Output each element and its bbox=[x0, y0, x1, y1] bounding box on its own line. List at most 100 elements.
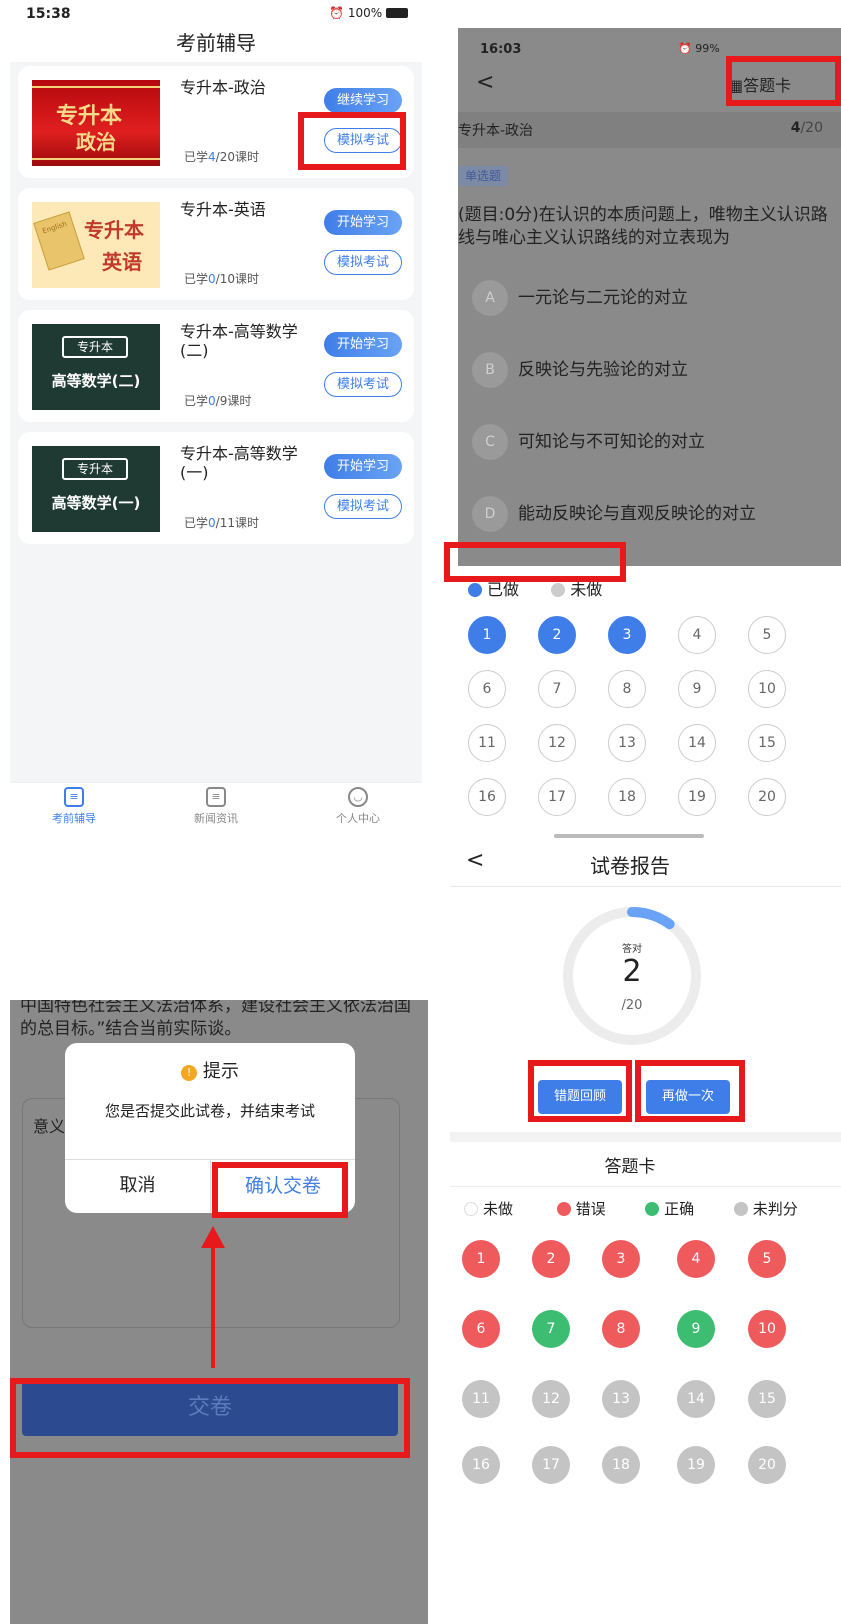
status-bar: 15:38 ⏰ 100% bbox=[10, 0, 422, 28]
right-dot-icon bbox=[645, 1202, 660, 1216]
question-number-2[interactable]: 2 bbox=[538, 616, 576, 654]
quiz-dimmed-area: 16:03 ⏰ 99% < ▦答题卡 专升本-政治 4/20 单选题 (题目:0… bbox=[458, 28, 841, 566]
option-b[interactable]: B 反映论与先验论的对立 bbox=[472, 350, 688, 390]
question-number-7[interactable]: 7 bbox=[538, 670, 576, 708]
question-number-8[interactable]: 8 bbox=[608, 670, 646, 708]
question-number-12[interactable]: 12 bbox=[538, 724, 576, 762]
question-number-10[interactable]: 10 bbox=[748, 670, 786, 708]
undone-dot-icon bbox=[551, 583, 566, 597]
grid-icon: ▦ bbox=[728, 76, 744, 95]
question-number-13[interactable]: 13 bbox=[608, 724, 646, 762]
result-number-13[interactable]: 13 bbox=[602, 1380, 640, 1418]
question-number-15[interactable]: 15 bbox=[748, 724, 786, 762]
question-number-6[interactable]: 6 bbox=[468, 670, 506, 708]
question-number-20[interactable]: 20 bbox=[748, 778, 786, 816]
question-number-4[interactable]: 4 bbox=[678, 616, 716, 654]
question-number-17[interactable]: 17 bbox=[538, 778, 576, 816]
tab-news[interactable]: ≡ 新闻资讯 bbox=[166, 787, 266, 826]
tab-exam-guide[interactable]: ≡ 考前辅导 bbox=[24, 787, 124, 826]
result-number-15[interactable]: 15 bbox=[748, 1380, 786, 1418]
mock-exam-button[interactable]: 模拟考试 bbox=[324, 372, 402, 397]
result-number-9[interactable]: 9 bbox=[677, 1310, 715, 1348]
course-title: 专升本-高等数学(一) bbox=[180, 444, 298, 482]
result-number-14[interactable]: 14 bbox=[677, 1380, 715, 1418]
option-a[interactable]: A 一元论与二元论的对立 bbox=[472, 278, 688, 318]
question-number-16[interactable]: 16 bbox=[468, 778, 506, 816]
redo-button[interactable]: 再做一次 bbox=[646, 1080, 730, 1114]
result-number-17[interactable]: 17 bbox=[532, 1446, 570, 1484]
total-label: /20 bbox=[621, 998, 643, 1013]
result-number-1[interactable]: 1 bbox=[462, 1240, 500, 1278]
course-card-english[interactable]: English 专升本 英语 专升本-英语 已学0/10课时 开始学习 模拟考试 bbox=[18, 188, 414, 300]
section-divider bbox=[450, 1132, 841, 1142]
continue-study-button[interactable]: 继续学习 bbox=[324, 88, 402, 113]
mock-exam-button[interactable]: 模拟考试 bbox=[324, 250, 402, 275]
correct-label: 答对 bbox=[622, 944, 642, 955]
question-number-14[interactable]: 14 bbox=[678, 724, 716, 762]
question-text: (题目:0分)在认识的本质问题上，唯物主义认识路线与唯心主义认识路线的对立表现为 bbox=[458, 205, 828, 248]
course-card-politics[interactable]: 专升本 政治 专升本-政治 已学4/20课时 继续学习 模拟考试 bbox=[18, 66, 414, 178]
result-number-8[interactable]: 8 bbox=[602, 1310, 640, 1348]
answer-card-title: 答题卡 bbox=[604, 1157, 656, 1177]
review-wrong-button[interactable]: 错题回顾 bbox=[538, 1080, 622, 1114]
header-divider bbox=[450, 886, 841, 887]
alarm-icon: ⏰ bbox=[329, 6, 348, 20]
done-dot-icon bbox=[468, 583, 482, 597]
start-study-button[interactable]: 开始学习 bbox=[324, 454, 402, 479]
course-progress: 已学4/20课时 bbox=[184, 150, 259, 164]
option-d[interactable]: D 能动反映论与直观反映论的对立 bbox=[472, 494, 756, 534]
course-card-math-1[interactable]: 专升本 高等数学(一) 专升本-高等数学(一) 已学0/11课时 开始学习 模拟… bbox=[18, 432, 414, 544]
essay-question-text: 全会对全面推进依法治国做出战略部署，提出了建设中国特色社会主义法治体系，建设社会… bbox=[20, 1000, 411, 1039]
tab-profile[interactable]: ◡ 个人中心 bbox=[308, 787, 408, 826]
page-title: 试卷报告 bbox=[590, 854, 670, 878]
question-number-11[interactable]: 11 bbox=[468, 724, 506, 762]
question-number-18[interactable]: 18 bbox=[608, 778, 646, 816]
question-number-5[interactable]: 5 bbox=[748, 616, 786, 654]
cancel-button[interactable]: 取消 bbox=[65, 1159, 210, 1213]
back-icon[interactable]: < bbox=[476, 70, 494, 95]
legend: 已做 未做 bbox=[468, 576, 602, 600]
ungraded-dot-icon bbox=[733, 1202, 748, 1216]
subject-bar: 专升本-政治 4/20 bbox=[458, 112, 841, 148]
mock-exam-button[interactable]: 模拟考试 bbox=[324, 128, 402, 153]
result-number-10[interactable]: 10 bbox=[748, 1310, 786, 1348]
result-number-16[interactable]: 16 bbox=[462, 1446, 500, 1484]
wrong-dot-icon bbox=[556, 1202, 571, 1216]
result-number-6[interactable]: 6 bbox=[462, 1310, 500, 1348]
question-number-9[interactable]: 9 bbox=[678, 670, 716, 708]
result-number-11[interactable]: 11 bbox=[462, 1380, 500, 1418]
status-time: 16:03 bbox=[480, 42, 522, 57]
course-progress: 已学0/10课时 bbox=[184, 272, 259, 286]
start-study-button[interactable]: 开始学习 bbox=[324, 210, 402, 235]
course-thumbnail: 专升本 政治 bbox=[32, 80, 160, 166]
question-number-19[interactable]: 19 bbox=[678, 778, 716, 816]
result-number-4[interactable]: 4 bbox=[677, 1240, 715, 1278]
answer-card-link[interactable]: ▦答题卡 bbox=[728, 72, 791, 96]
result-number-2[interactable]: 2 bbox=[532, 1240, 570, 1278]
submit-button[interactable]: 交卷 bbox=[22, 1380, 398, 1436]
page-indicator: 4/20 bbox=[790, 120, 823, 136]
page-title: 考前辅导 bbox=[10, 28, 422, 62]
result-number-19[interactable]: 19 bbox=[677, 1446, 715, 1484]
dialog-title: ! 提示 bbox=[65, 1057, 355, 1083]
question-number-3[interactable]: 3 bbox=[608, 616, 646, 654]
course-card-math-2[interactable]: 专升本 高等数学(二) 专升本-高等数学(二) 已学0/9课时 开始学习 模拟考… bbox=[18, 310, 414, 422]
confirm-submit-button[interactable]: 确认交卷 bbox=[211, 1159, 355, 1213]
bottom-tab-bar: ≡ 考前辅导 ≡ 新闻资讯 ◡ 个人中心 bbox=[10, 782, 422, 842]
course-title: 专升本-高等数学(二) bbox=[180, 322, 298, 360]
result-number-3[interactable]: 3 bbox=[602, 1240, 640, 1278]
exam-report-screen: < 试卷报告 答对 2 /20 错题回顾 再做一次 答题卡 未做 错误 正确 未… bbox=[450, 842, 841, 1624]
result-number-20[interactable]: 20 bbox=[748, 1446, 786, 1484]
result-number-7[interactable]: 7 bbox=[532, 1310, 570, 1348]
alarm-icon: ⏰ bbox=[678, 42, 696, 55]
battery-level: ⏰ 100% bbox=[329, 6, 408, 20]
mock-exam-button[interactable]: 模拟考试 bbox=[324, 494, 402, 519]
arrow-up-icon bbox=[201, 1226, 225, 1248]
option-c[interactable]: C 可知论与不可知论的对立 bbox=[472, 422, 705, 462]
sheet-handle[interactable] bbox=[554, 834, 704, 838]
question-number-1[interactable]: 1 bbox=[468, 616, 506, 654]
start-study-button[interactable]: 开始学习 bbox=[324, 332, 402, 357]
result-number-5[interactable]: 5 bbox=[748, 1240, 786, 1278]
result-number-12[interactable]: 12 bbox=[532, 1380, 570, 1418]
result-number-18[interactable]: 18 bbox=[602, 1446, 640, 1484]
